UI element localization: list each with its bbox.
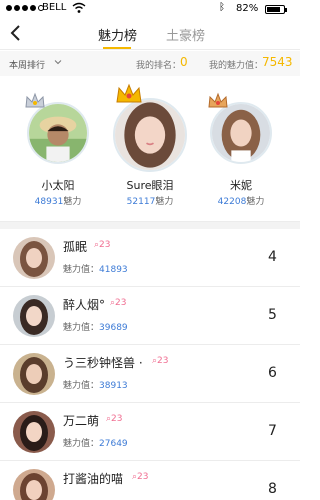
chevron-down-icon[interactable] xyxy=(54,58,62,66)
tab-charm-ranking[interactable]: 魅力榜 xyxy=(98,25,137,44)
section-divider xyxy=(0,221,300,229)
active-tab-indicator xyxy=(103,47,131,49)
top-three-podium: 小太阳 48931魅力 Sure眼泪 52117魅力 米妮 42208魅力 xyxy=(0,76,300,221)
filter-bar: 本周排行 我的排名： 0 我的魅力值： 7543 xyxy=(0,51,300,76)
charm-value: 39689 xyxy=(99,323,128,333)
avatar[interactable] xyxy=(13,353,55,395)
nav-bar: 魅力榜 土豪榜 xyxy=(0,18,300,50)
podium-name: 米妮 xyxy=(230,179,252,192)
level-badge: ⌕23 xyxy=(132,472,149,482)
charm-label: 魅力值： xyxy=(63,381,100,391)
battery-icon xyxy=(265,5,287,14)
my-charm-label: 我的魅力值： xyxy=(209,61,264,71)
period-select[interactable]: 本周排行 xyxy=(9,58,45,71)
rank-number: 4 xyxy=(268,249,277,265)
gold-crown-icon xyxy=(116,83,142,103)
avatar[interactable] xyxy=(13,411,55,453)
podium-score-value: 48931 xyxy=(34,197,64,207)
charm-meta: 魅力值：38913 xyxy=(63,378,128,391)
charm-value: 27649 xyxy=(99,439,128,449)
user-name: 孤眠 xyxy=(63,240,88,254)
charm-label: 魅力值： xyxy=(63,265,100,275)
avatar[interactable] xyxy=(113,98,187,172)
level-badge-value: 23 xyxy=(115,298,127,308)
tab-rich-ranking[interactable]: 土豪榜 xyxy=(166,25,205,44)
rank-number: 5 xyxy=(268,307,277,323)
list-item[interactable]: う三秒钟怪兽 · ⌕23 魅力值：38913 6 xyxy=(0,345,300,403)
rank-number: 7 xyxy=(268,423,277,439)
bronze-crown-icon xyxy=(208,92,228,108)
battery-percentage: 82% xyxy=(236,3,259,14)
charm-meta: 魅力值：41893 xyxy=(63,262,128,275)
back-arrow-icon[interactable] xyxy=(8,23,26,43)
charm-label: 魅力值： xyxy=(63,439,100,449)
charm-value: 38913 xyxy=(99,381,128,391)
podium-score: 52117魅力 xyxy=(105,194,195,207)
user-name: 打酱油的喵 xyxy=(63,472,124,486)
user-name: 醉人烟° xyxy=(63,298,106,312)
level-badge: ⌕23 xyxy=(110,298,127,308)
user-name: う三秒钟怪兽 · xyxy=(63,356,143,370)
charm-meta: 魅力值：39689 xyxy=(63,320,128,333)
podium-score-value: 52117 xyxy=(126,197,156,207)
level-badge-value: 23 xyxy=(111,414,123,424)
charm-label: 魅力值： xyxy=(63,323,100,333)
silver-crown-icon xyxy=(25,92,45,108)
avatar[interactable] xyxy=(13,295,55,337)
my-rank-label: 我的排名： xyxy=(136,61,182,71)
podium-score-unit: 魅力 xyxy=(246,197,265,207)
list-item[interactable]: 打酱油的喵 ⌕23 8 xyxy=(0,461,300,500)
carrier-name: BELL xyxy=(42,2,67,13)
podium-name: 小太阳 xyxy=(41,179,75,192)
charm-value: 41893 xyxy=(99,265,128,275)
level-badge-value: 23 xyxy=(137,472,149,482)
signal-strength-icon xyxy=(6,5,44,11)
my-charm-value: 7543 xyxy=(262,55,293,69)
list-item[interactable]: 万二萌 ⌕23 魅力值：27649 7 xyxy=(0,403,300,461)
rank-number: 8 xyxy=(268,481,277,497)
level-badge-value: 23 xyxy=(99,240,111,250)
bluetooth-icon: ᛒ xyxy=(219,2,225,13)
avatar[interactable] xyxy=(27,102,89,164)
level-badge-value: 23 xyxy=(157,356,169,366)
level-badge: ⌕23 xyxy=(94,240,111,250)
podium-score: 42208魅力 xyxy=(196,194,286,207)
podium-score-unit: 魅力 xyxy=(155,197,174,207)
rank-number: 6 xyxy=(268,365,277,381)
avatar[interactable] xyxy=(210,102,272,164)
user-name: 万二萌 xyxy=(63,414,100,428)
level-badge: ⌕23 xyxy=(106,414,123,424)
podium-score-unit: 魅力 xyxy=(63,197,82,207)
avatar[interactable] xyxy=(13,237,55,279)
podium-score-value: 42208 xyxy=(217,197,247,207)
podium-name: Sure眼泪 xyxy=(126,179,174,192)
avatar[interactable] xyxy=(13,469,55,500)
level-badge: ⌕23 xyxy=(152,356,169,366)
my-rank-value: 0 xyxy=(180,55,188,69)
list-item[interactable]: 醉人烟° ⌕23 魅力值：39689 5 xyxy=(0,287,300,345)
list-item[interactable]: 孤眠 ⌕23 魅力值：41893 4 xyxy=(0,229,300,287)
wifi-icon xyxy=(72,2,86,13)
status-bar: BELL ᛒ 82% xyxy=(0,0,300,18)
charm-meta: 魅力值：27649 xyxy=(63,436,128,449)
podium-score: 48931魅力 xyxy=(13,194,103,207)
